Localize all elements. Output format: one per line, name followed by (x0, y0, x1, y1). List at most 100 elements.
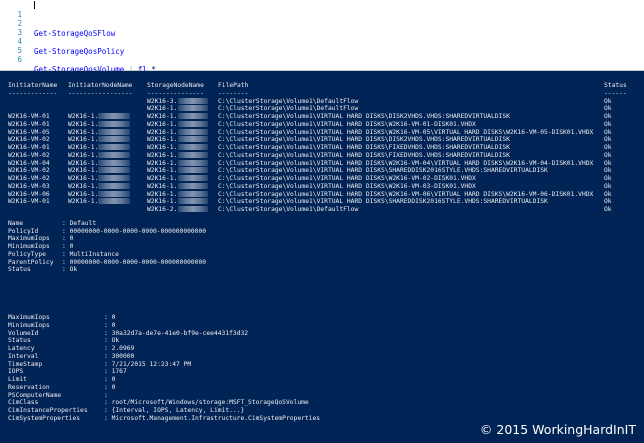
property-name: CimInstanceProperties (8, 407, 88, 414)
property-value: : 0 (104, 314, 116, 321)
table-cell: W2K16-VM-04 (8, 159, 50, 167)
script-editor-pane[interactable]: 1 2 Get-StorageQoSFlow 3 4 Get-StorageQo… (0, 0, 644, 74)
table-cell: W2K16-1. (147, 182, 178, 190)
table-cell: W2K16-VM-01 (8, 144, 50, 151)
property-value: : 00000000-0000-0000-0000-000000000000 (62, 258, 207, 266)
table-cell: W2K16-1. (68, 167, 99, 175)
table-cell: C:\ClusterStorage\Volume1\VIRTUAL HARD D… (218, 128, 594, 136)
code-text: Get-StorageQosPolicy (34, 47, 125, 56)
code-text: Get-StorageQoSFlow (34, 29, 116, 38)
redacted-hostname-blur (178, 182, 208, 189)
editor-line-6[interactable]: 6 Get-StorageQosVolume | fl * (0, 45, 155, 74)
table-cell: C:\ClusterStorage\Volume1\VIRTUAL HARD D… (218, 167, 548, 175)
column-separator: ------ (604, 89, 627, 97)
redacted-hostname-blur (98, 136, 130, 143)
table-cell: W2K16-VM-01 (8, 113, 50, 120)
property-name: Status (8, 266, 31, 274)
table-cell: Ok (604, 136, 612, 144)
table-cell: Ok (604, 97, 612, 105)
table-cell: W2K16-1. (68, 182, 99, 190)
property-value: : 0 (104, 376, 116, 383)
table-cell: W2K16-VM-01 (8, 198, 50, 206)
table-cell: W2K16-VM-06 (8, 190, 50, 198)
property-name: MinimumIops (8, 243, 50, 250)
console-pane[interactable]: InitiatorName InitiatorNodeName StorageNod… (0, 71, 644, 443)
redacted-hostname-blur (178, 198, 208, 205)
property-value: : 2.0969 (104, 345, 135, 352)
property-value: : 300000 (104, 352, 135, 360)
table-cell: W2K16-1. (147, 175, 178, 182)
redacted-hostname-blur (178, 120, 208, 127)
table-cell: W2K16-1. (147, 159, 178, 167)
redacted-hostname-blur (98, 144, 130, 150)
table-cell: Ok (604, 206, 612, 213)
redacted-hostname-blur (98, 128, 130, 135)
column-header: FilePath (218, 82, 249, 89)
property-value: : 0 (104, 383, 116, 391)
redacted-hostname-blur (178, 105, 208, 112)
redacted-hostname-blur (178, 113, 208, 119)
table-cell: W2K16-1. (68, 128, 99, 136)
property-name: Latency (8, 345, 35, 352)
table-cell: C:\ClusterStorage\Volume1\VIRTUAL HARD D… (218, 120, 476, 128)
table-cell: W2K16-1. (147, 144, 178, 151)
table-cell: W2K16-1. (68, 175, 99, 182)
table-cell: W2K16-1. (147, 190, 178, 198)
property-name: PolicyType (8, 250, 46, 258)
redacted-hostname-blur (178, 206, 208, 212)
table-cell: Ok (604, 167, 612, 175)
redacted-hostname-blur (98, 120, 130, 127)
table-cell: Ok (604, 144, 612, 151)
property-name: IOPS (8, 368, 24, 376)
table-cell: C:\ClusterStorage\Volume1\VIRTUAL HARD D… (218, 182, 476, 190)
redacted-hostname-blur (98, 167, 130, 174)
table-cell: W2K16-VM-02 (8, 136, 50, 144)
table-cell: W2K16-1. (68, 151, 99, 159)
table-cell: Ok (604, 128, 612, 136)
table-cell: Ok (604, 159, 612, 167)
redacted-hostname-blur (98, 190, 130, 197)
property-value: : 0 (104, 321, 116, 329)
column-header: StorageNodeName (147, 82, 204, 89)
table-cell: C:\ClusterStorage\Volume1\VIRTUAL HARD D… (218, 136, 510, 144)
column-separator: ----------------- (68, 89, 133, 97)
redacted-hostname-blur (98, 113, 130, 119)
table-cell: W2K16-1. (147, 151, 178, 159)
table-cell: Ok (604, 198, 612, 206)
table-cell: W2K16-VM-02 (8, 175, 50, 182)
redacted-hostname-blur (178, 159, 208, 166)
property-value: : 00000000-0000-0000-0000-000000000000 (62, 227, 207, 235)
redacted-hostname-blur (178, 151, 208, 158)
redacted-hostname-blur (178, 167, 208, 174)
redacted-hostname-blur (98, 182, 130, 189)
property-name: VolumeId (8, 329, 39, 337)
table-cell: W2K16-VM-01 (8, 120, 50, 128)
text-cursor (34, 1, 35, 9)
property-value: : 30a32d7a-de7e-41e0-bf9e-cee4431f3d32 (104, 329, 249, 337)
table-cell: Ok (604, 182, 612, 190)
redacted-hostname-blur (178, 136, 208, 143)
table-cell: W2K16-1. (68, 198, 99, 206)
property-name: MaximumIops (8, 235, 50, 243)
table-cell: Ok (604, 151, 612, 159)
property-name: ParentPolicy (8, 258, 54, 266)
redacted-hostname-blur (98, 151, 130, 158)
table-cell: C:\ClusterStorage\Volume1\VIRTUAL HARD D… (218, 144, 510, 151)
table-cell: C:\ClusterStorage\Volume1\DefaultFlow (218, 97, 359, 105)
property-value: : {Interval, IOPS, Latency, Limit...} (104, 407, 245, 414)
property-name: Name (8, 219, 24, 227)
property-value: : MultiInstance (62, 250, 119, 258)
table-cell: W2K16-1. (147, 167, 178, 175)
table-cell: W2K16-1. (68, 113, 99, 120)
property-value: : 1767 (104, 368, 127, 376)
redacted-hostname-blur (98, 175, 130, 181)
table-cell: Ok (604, 190, 612, 198)
table-cell: W2K16-1. (68, 120, 99, 128)
line-number: 6 (17, 55, 22, 64)
table-cell: W2K16-1. (68, 159, 99, 167)
property-value: : Ok (62, 266, 78, 274)
table-cell: Ok (604, 175, 612, 182)
table-cell: Ok (604, 113, 612, 120)
table-cell: W2K16-1. (147, 105, 178, 113)
watermark: © 2015 WorkingHardInIT (479, 422, 636, 437)
